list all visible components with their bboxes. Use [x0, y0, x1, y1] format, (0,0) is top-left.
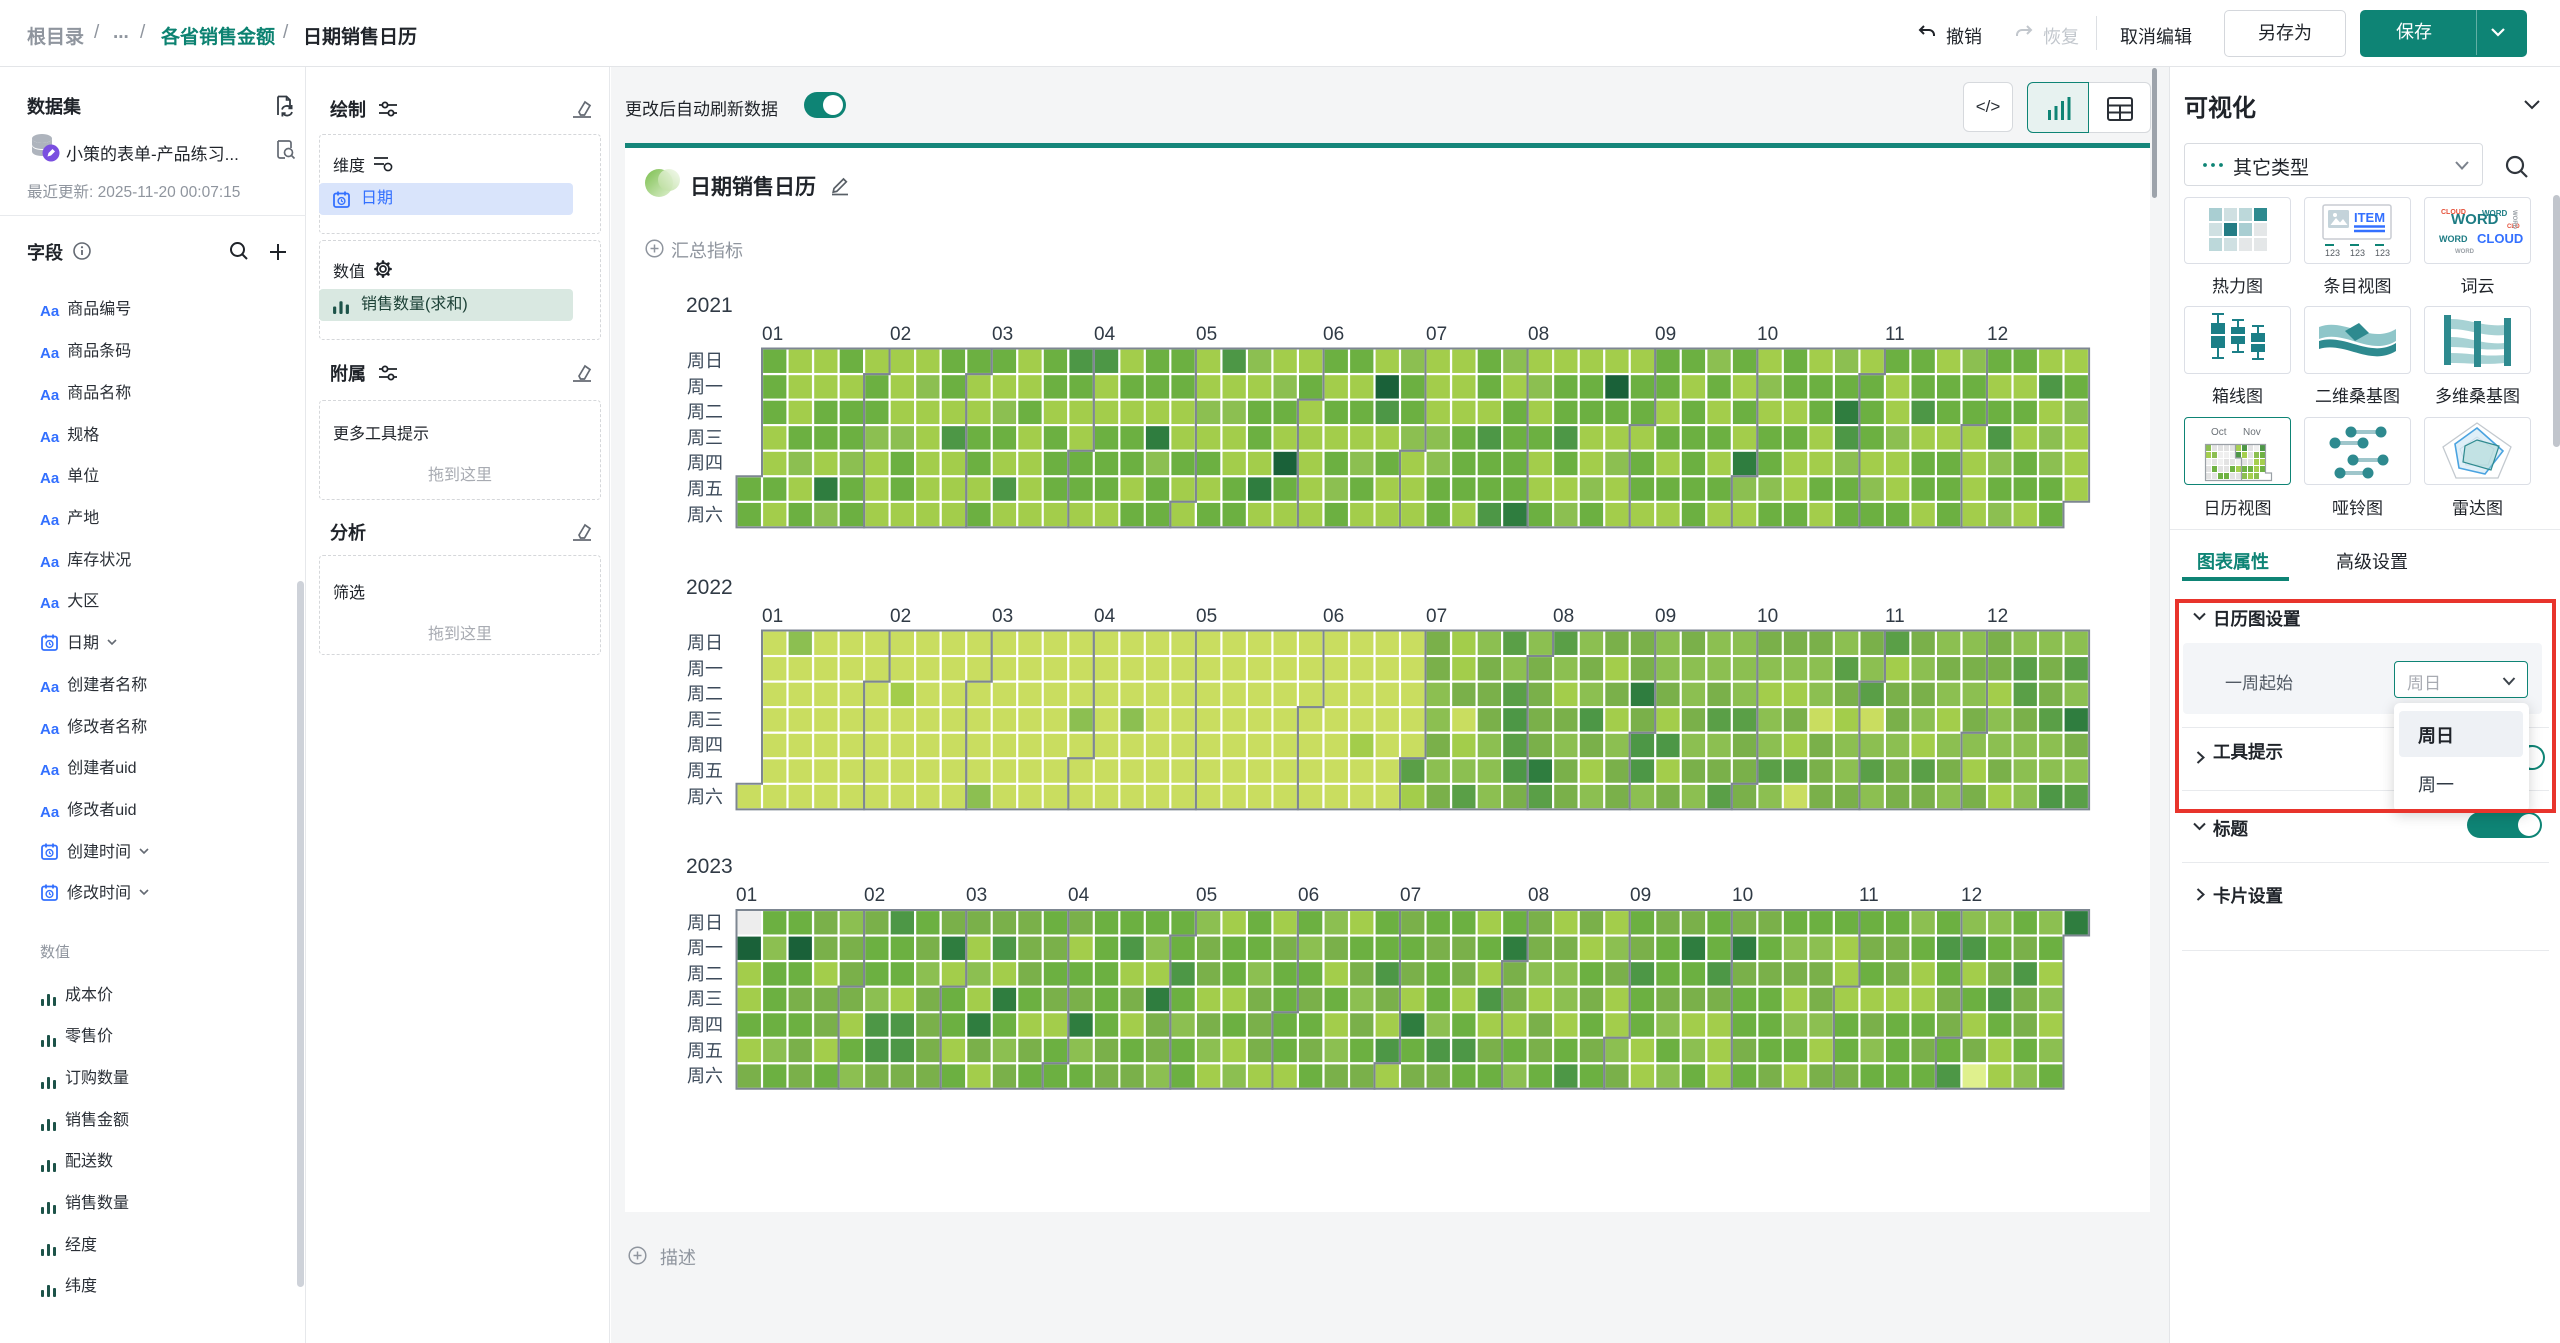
svg-text:09: 09	[1655, 606, 1676, 627]
svg-text:周五: 周五	[687, 479, 723, 499]
svg-text:09: 09	[1630, 885, 1651, 906]
svg-text:WORD: WORD	[2482, 209, 2508, 218]
svg-text:CLOUD: CLOUD	[2441, 209, 2466, 216]
svg-text:04: 04	[1094, 324, 1116, 345]
svg-text:05: 05	[1196, 606, 1217, 627]
svg-text:01: 01	[762, 606, 783, 627]
svg-text:10: 10	[1757, 606, 1778, 627]
svg-text:周二: 周二	[687, 402, 723, 422]
svg-text:02: 02	[890, 324, 911, 345]
svg-text:05: 05	[1196, 885, 1217, 906]
svg-text:03: 03	[992, 606, 1013, 627]
svg-text:12: 12	[1987, 324, 2008, 345]
svg-text:08: 08	[1528, 885, 1549, 906]
svg-text:周日: 周日	[687, 913, 723, 933]
svg-text:06: 06	[1323, 324, 1344, 345]
svg-text:2023: 2023	[686, 855, 733, 878]
svg-text:2021: 2021	[686, 294, 733, 317]
svg-text:WORD: WORD	[2511, 210, 2517, 230]
svg-text:12: 12	[1961, 885, 1982, 906]
svg-text:03: 03	[966, 885, 987, 906]
svg-text:周六: 周六	[687, 787, 723, 807]
svg-text:08: 08	[1553, 606, 1574, 627]
svg-text:周三: 周三	[687, 710, 723, 730]
svg-text:周三: 周三	[687, 989, 723, 1009]
svg-text:周五: 周五	[687, 761, 723, 781]
svg-text:06: 06	[1298, 885, 1319, 906]
svg-text:04: 04	[1094, 606, 1116, 627]
svg-text:CLOUD: CLOUD	[2477, 231, 2523, 246]
svg-text:周二: 周二	[687, 964, 723, 984]
svg-text:123: 123	[2350, 248, 2365, 258]
svg-text:123: 123	[2375, 248, 2390, 258]
svg-text:周一: 周一	[687, 659, 723, 679]
svg-text:周二: 周二	[687, 684, 723, 704]
svg-text:06: 06	[1323, 606, 1344, 627]
svg-text:ITEM: ITEM	[2354, 210, 2385, 225]
svg-text:05: 05	[1196, 324, 1217, 345]
svg-text:03: 03	[992, 324, 1013, 345]
svg-text:01: 01	[762, 324, 783, 345]
svg-text:11: 11	[1885, 324, 1905, 345]
svg-text:2022: 2022	[686, 576, 733, 599]
svg-text:02: 02	[890, 606, 911, 627]
svg-text:11: 11	[1859, 885, 1879, 906]
svg-text:11: 11	[1885, 606, 1905, 627]
svg-text:Oct: Oct	[2211, 427, 2227, 438]
svg-text:周三: 周三	[687, 428, 723, 448]
svg-text:07: 07	[1400, 885, 1421, 906]
svg-text:周四: 周四	[687, 453, 723, 473]
svg-text:02: 02	[864, 885, 885, 906]
svg-text:周日: 周日	[687, 633, 723, 653]
svg-text:123: 123	[2325, 248, 2340, 258]
svg-text:Nov: Nov	[2243, 427, 2261, 438]
svg-text:08: 08	[1528, 324, 1549, 345]
svg-text:WORD: WORD	[2439, 234, 2468, 244]
svg-text:10: 10	[1732, 885, 1753, 906]
svg-text:周四: 周四	[687, 735, 723, 755]
svg-text:07: 07	[1426, 606, 1447, 627]
svg-text:12: 12	[1987, 606, 2008, 627]
svg-text:09: 09	[1655, 324, 1676, 345]
svg-text:周一: 周一	[687, 377, 723, 397]
svg-text:01: 01	[736, 885, 757, 906]
svg-text:WORD: WORD	[2455, 249, 2475, 255]
svg-text:周四: 周四	[687, 1015, 723, 1035]
svg-text:周六: 周六	[687, 505, 723, 525]
svg-text:周一: 周一	[687, 938, 723, 958]
svg-text:周日: 周日	[687, 351, 723, 371]
svg-text:04: 04	[1068, 885, 1090, 906]
svg-text:周六: 周六	[687, 1066, 723, 1086]
svg-text:周五: 周五	[687, 1041, 723, 1061]
svg-text:10: 10	[1757, 324, 1778, 345]
svg-text:07: 07	[1426, 324, 1447, 345]
